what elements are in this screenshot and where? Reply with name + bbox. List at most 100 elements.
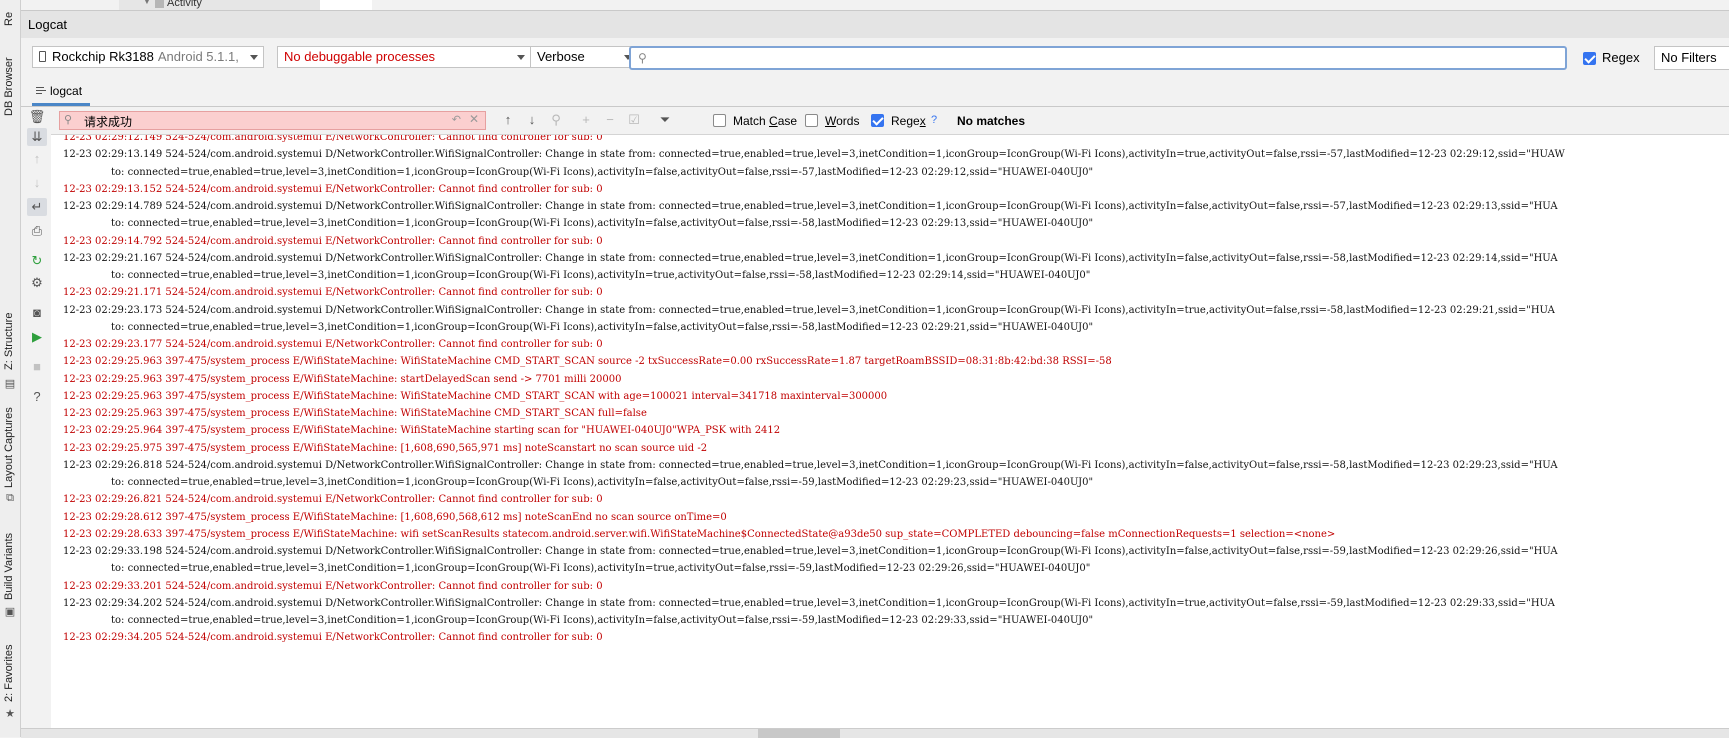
favorites-tab[interactable]: 2: Favorites ★ [2, 640, 18, 720]
logcat-output[interactable]: 12-23 02:29:12.149 524-524/com.android.s… [51, 135, 1729, 728]
log-line: 12-23 02:29:34.202 524-524/com.android.s… [63, 597, 1555, 609]
words-label-text: Words [825, 114, 860, 128]
log-line: 12-23 02:29:25.963 397-475/system_proces… [63, 408, 647, 419]
find-regex-label-text: Regex [891, 114, 926, 128]
regex-checkbox[interactable] [1583, 52, 1596, 65]
structure-tab-label: Z: Structure [3, 312, 15, 370]
log-line: 12-23 02:29:28.612 397-475/system_proces… [63, 511, 727, 523]
find-regex-label[interactable]: Regex [891, 114, 926, 128]
log-line: 12-23 02:29:25.963 397-475/system_proces… [63, 356, 1112, 368]
scroll-to-end-icon[interactable]: ⇊ [27, 128, 47, 146]
structure-tab[interactable]: Z: Structure ▤ [2, 300, 18, 390]
close-icon[interactable]: ✕ [469, 112, 479, 126]
regex-help-icon[interactable]: ? [931, 114, 937, 126]
search-icon[interactable]: ⚲ [638, 51, 647, 65]
remove-selection-icon[interactable]: − [602, 112, 618, 128]
regex-label[interactable]: Regex [1602, 50, 1640, 65]
previous-occurrence-icon[interactable]: ↑ [500, 112, 516, 128]
build-variants-icon: ▣ [4, 606, 16, 618]
project-tree-fragment: ▼ Activity [21, 0, 1729, 10]
log-line-continuation: to: connected=true,enabled=true,level=3,… [111, 321, 1094, 333]
build-variants-tab-label: Build Variants [3, 532, 15, 600]
find-bar: ⚲ 请求成功 ↶ ✕ ↑ ↓ ⚲ + − ☑ ⏷ Match Case Word… [51, 108, 1729, 135]
logcat-toolbar: Rockchip Rk3188 Android 5.1.1, No debugga… [21, 38, 1729, 78]
log-line-continuation: to: connected=true,enabled=true,level=3,… [111, 563, 1091, 575]
tree-item-activity[interactable]: Activity [167, 0, 202, 9]
db-browser-tab-label: DB Browser [3, 57, 15, 116]
favorites-star-icon: ★ [5, 708, 15, 720]
phone-icon [39, 51, 46, 62]
log-line: 12-23 02:29:21.167 524-524/com.android.s… [63, 252, 1558, 264]
logcat-tab-row: logcat [21, 80, 1729, 107]
log-line: 12-23 02:29:25.964 397-475/system_proces… [63, 425, 781, 437]
log-line: 12-23 02:29:23.177 524-524/com.android.s… [63, 339, 603, 350]
db-browser-tab[interactable]: DB Browser [2, 44, 18, 120]
panel-title: Logcat [28, 17, 68, 32]
log-line: 12-23 02:29:26.818 524-524/com.android.s… [63, 459, 1558, 471]
logcat-search-box[interactable]: ⚲ [629, 46, 1567, 70]
structure-icon: ▤ [4, 378, 16, 390]
resource-manager-tab[interactable]: Re [2, 0, 18, 30]
find-all-icon[interactable]: ⚲ [548, 112, 564, 128]
add-selection-icon[interactable]: + [578, 112, 594, 128]
resource-manager-tab-label: Re [3, 11, 15, 26]
stop-icon[interactable]: ■ [27, 358, 47, 376]
words-checkbox[interactable] [805, 114, 818, 127]
process-selector[interactable]: No debuggable processes [277, 46, 531, 68]
find-input-box[interactable]: ⚲ 请求成功 ↶ ✕ [59, 111, 486, 130]
find-regex-checkbox[interactable] [871, 114, 884, 127]
print-icon[interactable]: ⎙ [27, 222, 47, 240]
match-case-checkbox[interactable] [713, 114, 726, 127]
restart-icon[interactable]: ↻ [27, 252, 47, 270]
tab-logcat-label: logcat [50, 84, 83, 98]
trash-icon[interactable]: 🗑 [27, 108, 47, 126]
layout-captures-tab-label: Layout Captures [3, 407, 15, 488]
arrow-down-icon[interactable]: ↓ [27, 174, 47, 192]
words-label[interactable]: Words [825, 114, 859, 128]
search-icon[interactable]: ⚲ [64, 113, 72, 126]
soft-wrap-icon[interactable]: ↵ [27, 198, 47, 216]
log-line: 12-23 02:29:23.173 524-524/com.android.s… [63, 304, 1555, 316]
layout-captures-tab[interactable]: Layout Captures ⧉ [2, 400, 18, 510]
chevron-down-icon [250, 55, 258, 60]
screenshot-icon[interactable]: ◙ [27, 304, 47, 322]
logcat-title-bar: Logcat [21, 10, 1729, 39]
favorites-tab-label: 2: Favorites [3, 644, 15, 702]
filter-icon[interactable]: ⏷ [657, 112, 673, 128]
log-line: 12-23 02:29:33.201 524-524/com.android.s… [63, 580, 603, 592]
log-line-continuation: to: connected=true,enabled=true,level=3,… [111, 166, 1094, 178]
log-line: 12-23 02:29:34.205 524-524/com.android.s… [63, 632, 603, 644]
log-line: 12-23 02:29:12.149 524-524/com.android.s… [63, 135, 603, 143]
device-selector[interactable]: Rockchip Rk3188 Android 5.1.1, [32, 46, 264, 68]
log-line: 12-23 02:29:13.152 524-524/com.android.s… [63, 183, 603, 195]
layout-captures-icon: ⧉ [6, 492, 14, 504]
select-all-occurrences-icon[interactable]: ☑ [626, 112, 642, 128]
match-case-label-text: Match Case [733, 114, 798, 128]
find-status: No matches [957, 114, 1026, 128]
build-variants-tab[interactable]: Build Variants ▣ [2, 526, 18, 618]
screen-record-icon[interactable]: ▶ [27, 328, 47, 346]
log-line: 12-23 02:29:33.198 524-524/com.android.s… [63, 546, 1558, 557]
filters-selector[interactable]: No Filters [1654, 46, 1729, 70]
chevron-down-icon [517, 55, 525, 60]
tab-logcat[interactable]: logcat [32, 80, 91, 106]
next-occurrence-icon[interactable]: ↓ [524, 112, 540, 128]
arrow-up-icon[interactable]: ↑ [27, 150, 47, 168]
gear-icon[interactable]: ⚙ [27, 274, 47, 292]
log-line: 12-23 02:29:14.789 524-524/com.android.s… [63, 201, 1558, 212]
find-query[interactable]: 请求成功 [84, 113, 132, 130]
lines-icon [36, 87, 46, 95]
left-tool-strip: Re DB Browser Z: Structure ▤ Layout Capt… [0, 0, 21, 737]
log-line: 12-23 02:29:25.963 397-475/system_proces… [63, 390, 888, 402]
log-line: 12-23 02:29:25.975 397-475/system_proces… [63, 442, 708, 454]
filters-label: No Filters [1661, 50, 1717, 65]
help-icon[interactable]: ? [27, 388, 47, 406]
logcat-side-actions: 🗑 ⇊ ↑ ↓ ↵ ⎙ ↻ ⚙ ◙ ▶ ■ ? [21, 108, 52, 728]
log-level-selector[interactable]: Verbose [530, 46, 638, 68]
device-version: Android 5.1.1, [157, 49, 239, 64]
log-line: 12-23 02:29:13.149 524-524/com.android.s… [63, 149, 1565, 161]
history-icon[interactable]: ↶ [452, 113, 461, 126]
match-case-label[interactable]: Match Case [733, 114, 797, 128]
tree-expand-icon[interactable]: ▼ [143, 0, 151, 6]
logcat-search-input[interactable] [653, 50, 1557, 68]
